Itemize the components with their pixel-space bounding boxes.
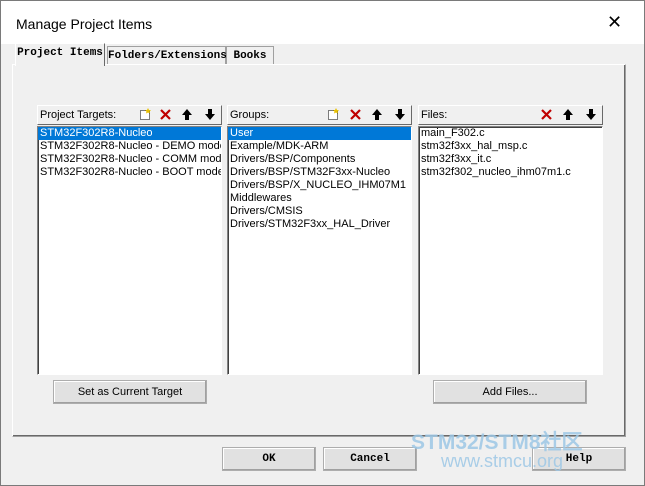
move-target-up-icon[interactable] [178,107,196,123]
move-target-down-icon[interactable] [201,107,219,123]
list-item[interactable]: Drivers/CMSIS [228,205,411,218]
move-file-down-icon[interactable] [582,107,600,123]
close-icon[interactable]: ✕ [607,13,622,31]
tab-books[interactable]: Books [226,46,274,65]
list-item[interactable]: STM32F302R8-Nucleo [38,127,221,140]
list-item[interactable]: Middlewares [228,192,411,205]
project-targets-header: Project Targets: [37,105,222,125]
delete-group-icon[interactable] [346,107,364,123]
list-item[interactable]: STM32F302R8-Nucleo - DEMO mode [38,140,221,153]
list-item[interactable]: Example/MDK-ARM [228,140,411,153]
manage-project-items-dialog: Manage Project Items ✕ Project Items Fol… [0,0,645,486]
move-group-up-icon[interactable] [368,107,386,123]
groups-panel: Groups: User Example/MDK-ARM Drivers/BSP… [227,105,412,375]
watermark-url: www.stmcu.org [441,451,564,471]
files-panel: Files: main_F302.c stm32f3xx_hal_msp.c s… [418,105,603,375]
files-list[interactable]: main_F302.c stm32f3xx_hal_msp.c stm32f3x… [418,126,603,375]
list-item[interactable]: stm32f3xx_hal_msp.c [419,140,602,153]
cancel-button[interactable]: Cancel [323,447,417,471]
list-item[interactable]: Drivers/BSP/X_NUCLEO_IHM07M1 [228,179,411,192]
list-item[interactable]: Drivers/BSP/STM32F3xx-Nucleo [228,166,411,179]
list-item[interactable]: STM32F302R8-Nucleo - BOOT mode [38,166,221,179]
add-files-button[interactable]: Add Files... [433,380,587,404]
list-item[interactable]: STM32F302R8-Nucleo - COMM mode [38,153,221,166]
project-targets-panel: Project Targets: STM32F302R8-Nucleo STM3… [37,105,222,375]
list-item[interactable]: main_F302.c [419,127,602,140]
groups-list[interactable]: User Example/MDK-ARM Drivers/BSP/Compone… [227,126,412,375]
new-target-icon[interactable] [136,107,154,123]
tab-folders-extensions[interactable]: Folders/Extensions [107,46,227,65]
move-group-down-icon[interactable] [391,107,409,123]
list-item[interactable]: User [228,127,411,140]
move-file-up-icon[interactable] [559,107,577,123]
set-as-current-target-button[interactable]: Set as Current Target [53,380,207,404]
list-item[interactable]: stm32f302_nucleo_ihm07m1.c [419,166,602,179]
tab-project-items[interactable]: Project Items [15,43,105,66]
delete-target-icon[interactable] [156,107,174,123]
ok-button[interactable]: OK [222,447,316,471]
delete-file-icon[interactable] [537,107,555,123]
title-bar[interactable]: Manage Project Items ✕ [1,1,644,44]
files-header: Files: [418,105,603,125]
list-item[interactable]: stm32f3xx_it.c [419,153,602,166]
project-targets-label: Project Targets: [40,109,117,121]
list-item[interactable]: Drivers/STM32F3xx_HAL_Driver [228,218,411,231]
list-item[interactable]: Drivers/BSP/Components [228,153,411,166]
groups-header: Groups: [227,105,412,125]
dialog-title: Manage Project Items [16,16,153,32]
files-label: Files: [421,109,448,121]
new-group-icon[interactable] [324,107,342,123]
project-targets-list[interactable]: STM32F302R8-Nucleo STM32F302R8-Nucleo - … [37,126,222,375]
groups-label: Groups: [230,109,270,121]
